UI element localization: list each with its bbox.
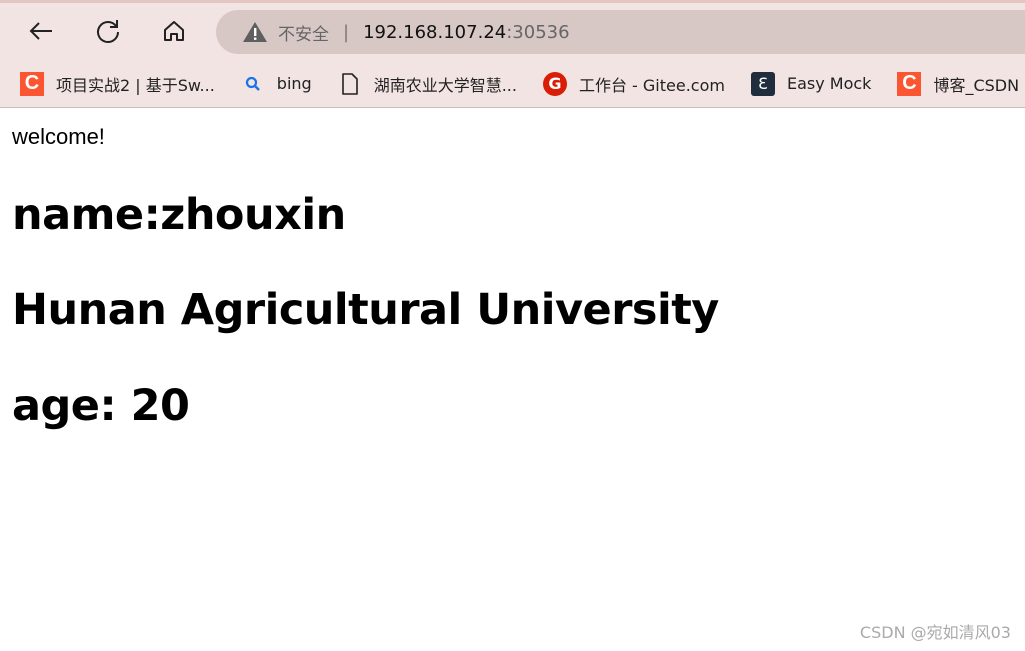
bookmark-item[interactable]: Ɛ Easy Mock: [750, 71, 872, 96]
bookmark-item[interactable]: bing: [241, 72, 312, 96]
back-button[interactable]: [25, 15, 57, 47]
search-icon: [241, 72, 265, 96]
bookmarks-bar: C 项目实战2 | 基于Sw... bing 湖南农业大学智慧... G 工作台 -…: [0, 60, 1025, 108]
csdn-icon: C: [20, 71, 44, 96]
bookmark-item[interactable]: C 博客_CSDN: [897, 71, 1020, 96]
bookmark-label: bing: [276, 74, 312, 93]
address-bar[interactable]: 不安全 | 192.168.107.24:30536: [216, 10, 1025, 54]
security-label[interactable]: 不安全: [278, 20, 329, 45]
easy-mock-icon: Ɛ: [750, 71, 775, 96]
reload-button[interactable]: [92, 15, 124, 47]
name-heading: name:zhouxin: [12, 190, 346, 240]
gitee-icon: G: [542, 71, 567, 96]
bookmark-label: 工作台 - Gitee.com: [578, 75, 725, 95]
divider: |: [343, 21, 350, 43]
home-button[interactable]: [158, 15, 190, 47]
bookmark-label: Easy Mock: [786, 74, 872, 93]
arrow-left-icon: [29, 22, 52, 40]
bookmark-item[interactable]: G 工作台 - Gitee.com: [542, 71, 725, 96]
age-heading: age: 20: [12, 381, 190, 431]
welcome-text: welcome!: [12, 124, 105, 149]
reload-icon: [97, 20, 119, 43]
bookmark-label: 项目实战2 | 基于Sw...: [56, 75, 215, 95]
csdn-icon: C: [897, 71, 922, 96]
url-host: 192.168.107.24: [363, 21, 507, 43]
bookmark-item[interactable]: C 项目实战2 | 基于Sw...: [20, 71, 215, 96]
bookmark-label: 湖南农业大学智慧...: [373, 75, 517, 95]
browser-toolbar: 不安全 | 192.168.107.24:30536: [0, 3, 1025, 60]
bookmark-item[interactable]: 湖南农业大学智慧...: [338, 72, 517, 96]
url-port: :30536: [506, 21, 570, 43]
warning-icon: [243, 22, 267, 42]
page-icon: [338, 72, 362, 96]
home-icon: [164, 21, 184, 41]
bookmark-label: 博客_CSDN: [933, 75, 1020, 95]
school-heading: Hunan Agricultural University: [12, 285, 719, 335]
page-content: welcome! name:zhouxin Hunan Agricultural…: [12, 124, 719, 431]
watermark: CSDN @宛如清风03: [859, 623, 1011, 642]
